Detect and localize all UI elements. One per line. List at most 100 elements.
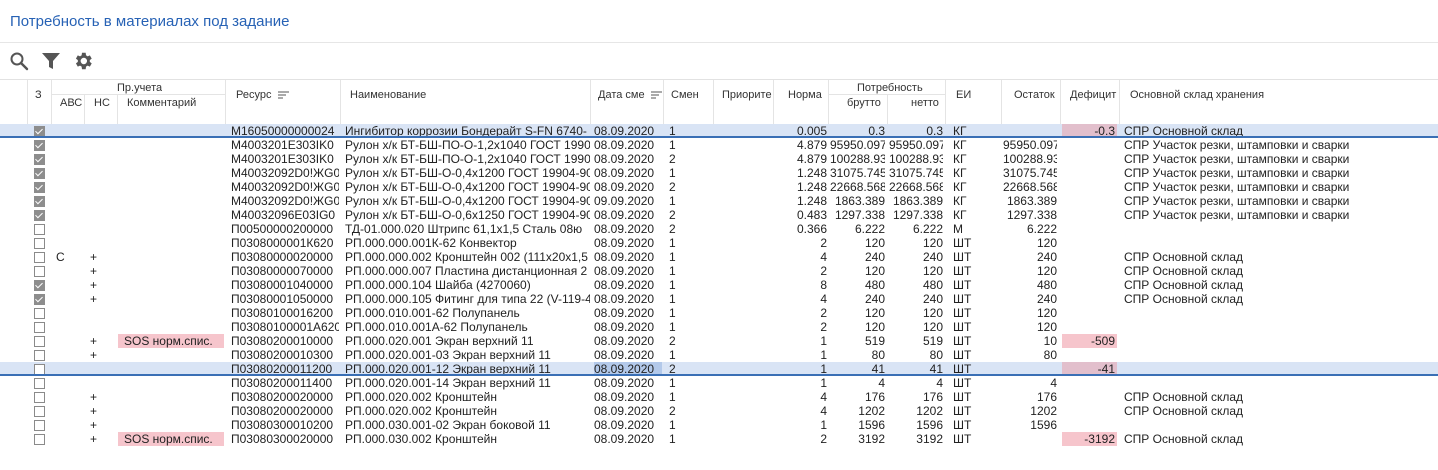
cell-ei[interactable]: ШТ <box>953 236 999 250</box>
cell-date[interactable]: 08.09.2020 <box>594 222 662 236</box>
cell-resource[interactable]: M4003201E303IK0 <box>231 138 339 152</box>
cell-date[interactable]: 08.09.2020 <box>594 166 662 180</box>
cell-name[interactable]: РП.000.020.001-12 Экран верхний 11 <box>345 362 590 376</box>
cell-date[interactable]: 08.09.2020 <box>594 320 662 334</box>
cell-hc[interactable] <box>90 194 114 208</box>
row-checkbox[interactable] <box>34 196 45 207</box>
row-checkbox[interactable] <box>34 168 45 179</box>
cell-resource[interactable]: M40032092D0!ЖG0 <box>231 180 339 194</box>
cell-ei[interactable]: КГ <box>953 166 999 180</box>
col-header-resource[interactable]: Ресурс <box>236 89 289 101</box>
cell-norm[interactable]: 2 <box>775 236 827 250</box>
cell-comment[interactable] <box>118 278 224 292</box>
table-row[interactable]: + П03080200020000 РП.000.020.002 Кронштейн… <box>0 390 1438 404</box>
table-row[interactable]: П0308000001К620 РП.000.000.001К-62 Конвек… <box>0 236 1438 250</box>
row-checkbox[interactable] <box>34 350 45 361</box>
cell-resource[interactable]: M40032096E03IG0 <box>231 208 339 222</box>
cell-warehouse[interactable]: СПР Основной склад <box>1124 124 1436 138</box>
table-row[interactable]: + П03080200020000 РП.000.020.002 Кронштейн… <box>0 404 1438 418</box>
cell-ei[interactable]: ШТ <box>953 432 999 446</box>
cell-brutto[interactable]: 22668.568 <box>830 180 885 194</box>
cell-netto[interactable]: 22668.568 <box>889 180 943 194</box>
cell-name[interactable]: РП.000.000.001К-62 Конвектор <box>345 236 590 250</box>
cell-comment[interactable] <box>118 376 224 390</box>
cell-ostatok[interactable]: 1596 <box>1003 418 1057 432</box>
cell-name[interactable]: РП.000.000.104 Шайба (4270060) <box>345 278 590 292</box>
cell-comment[interactable] <box>118 362 224 376</box>
cell-norm[interactable]: 1.248 <box>775 166 827 180</box>
cell-date[interactable]: 08.09.2020 <box>594 418 662 432</box>
cell-comment[interactable] <box>118 250 224 264</box>
cell-deficit[interactable]: -0.3 <box>1062 124 1117 138</box>
cell-comment[interactable] <box>118 404 224 418</box>
cell-resource[interactable]: П00500000200000 <box>231 222 339 236</box>
table-row[interactable]: + SOS норм.спис. П03080300020000 РП.000.030… <box>0 432 1438 446</box>
cell-norm[interactable]: 0.005 <box>775 124 827 138</box>
cell-abc[interactable] <box>56 292 82 306</box>
cell-norm[interactable]: 1 <box>775 418 827 432</box>
table-row[interactable]: П03080200011400 РП.000.020.001-14 Экран в… <box>0 376 1438 390</box>
cell-abc[interactable] <box>56 208 82 222</box>
cell-netto[interactable]: 240 <box>889 250 943 264</box>
table-row[interactable]: П00500000200000 ТД-01.000.020 Штрипс 61,1… <box>0 222 1438 236</box>
cell-norm[interactable]: 1 <box>775 376 827 390</box>
cell-shift[interactable]: 1 <box>669 376 709 390</box>
cell-comment[interactable]: SOS норм.спис. <box>118 432 224 446</box>
cell-ei[interactable]: ШТ <box>953 348 999 362</box>
cell-ostatok[interactable]: 240 <box>1003 250 1057 264</box>
cell-date[interactable]: 08.09.2020 <box>594 390 662 404</box>
cell-hc[interactable] <box>90 362 114 376</box>
cell-shift[interactable]: 1 <box>669 250 709 264</box>
cell-abc[interactable] <box>56 334 82 348</box>
cell-shift[interactable]: 1 <box>669 390 709 404</box>
cell-abc[interactable] <box>56 320 82 334</box>
cell-resource[interactable]: П03080000070000 <box>231 264 339 278</box>
cell-warehouse[interactable] <box>1124 222 1436 236</box>
cell-resource[interactable]: П0308000001К620 <box>231 236 339 250</box>
cell-shift[interactable]: 2 <box>669 334 709 348</box>
cell-ei[interactable]: ШТ <box>953 250 999 264</box>
cell-brutto[interactable]: 4 <box>830 376 885 390</box>
cell-ei[interactable]: ШТ <box>953 418 999 432</box>
cell-name[interactable]: Рулон х/к БТ-БШ-О-0,4х1200 ГОСТ 19904-90 <box>345 194 590 208</box>
col-header-comment[interactable]: Комментарий <box>127 97 196 109</box>
cell-brutto[interactable]: 80 <box>830 348 885 362</box>
row-checkbox[interactable] <box>34 392 45 403</box>
cell-hc[interactable] <box>90 208 114 222</box>
cell-comment[interactable] <box>118 348 224 362</box>
cell-ostatok[interactable]: 31075.745 <box>1003 166 1057 180</box>
cell-shift[interactable]: 1 <box>669 278 709 292</box>
col-header-hc[interactable]: НС <box>94 97 110 109</box>
cell-hc[interactable] <box>90 124 114 138</box>
table-row[interactable]: M40032092D0!ЖG0 Рулон х/к БТ-БШ-О-0,4х120… <box>0 180 1438 194</box>
cell-comment[interactable] <box>118 264 224 278</box>
cell-netto[interactable]: 31075.745 <box>889 166 943 180</box>
cell-hc[interactable] <box>90 180 114 194</box>
cell-warehouse[interactable]: СПР Основной склад <box>1124 404 1436 418</box>
cell-ostatok[interactable]: 6.222 <box>1003 222 1057 236</box>
cell-abc[interactable] <box>56 306 82 320</box>
cell-deficit[interactable] <box>1062 222 1117 236</box>
cell-deficit[interactable] <box>1062 194 1117 208</box>
cell-shift[interactable]: 2 <box>669 222 709 236</box>
cell-shift[interactable]: 1 <box>669 138 709 152</box>
cell-warehouse[interactable] <box>1124 334 1436 348</box>
cell-abc[interactable] <box>56 390 82 404</box>
cell-hc[interactable]: + <box>90 390 114 404</box>
cell-brutto[interactable]: 1202 <box>830 404 885 418</box>
table-row[interactable]: + SOS норм.спис. П03080200010000 РП.000.020… <box>0 334 1438 348</box>
cell-ostatok[interactable]: 240 <box>1003 292 1057 306</box>
cell-deficit[interactable] <box>1062 348 1117 362</box>
cell-shift[interactable]: 2 <box>669 208 709 222</box>
cell-deficit[interactable] <box>1062 418 1117 432</box>
cell-name[interactable]: РП.000.020.001 Экран верхний 11 <box>345 334 590 348</box>
cell-deficit[interactable] <box>1062 292 1117 306</box>
col-header-shift[interactable]: Смен <box>671 89 711 101</box>
cell-date[interactable]: 08.09.2020 <box>594 208 662 222</box>
cell-abc[interactable] <box>56 418 82 432</box>
cell-resource[interactable]: П03080300010200 <box>231 418 339 432</box>
cell-norm[interactable]: 1 <box>775 362 827 376</box>
cell-date[interactable]: 08.09.2020 <box>594 264 662 278</box>
cell-deficit[interactable]: -3192 <box>1062 432 1117 446</box>
cell-warehouse[interactable]: СПР Участок резки, штамповки и сварки <box>1124 180 1436 194</box>
